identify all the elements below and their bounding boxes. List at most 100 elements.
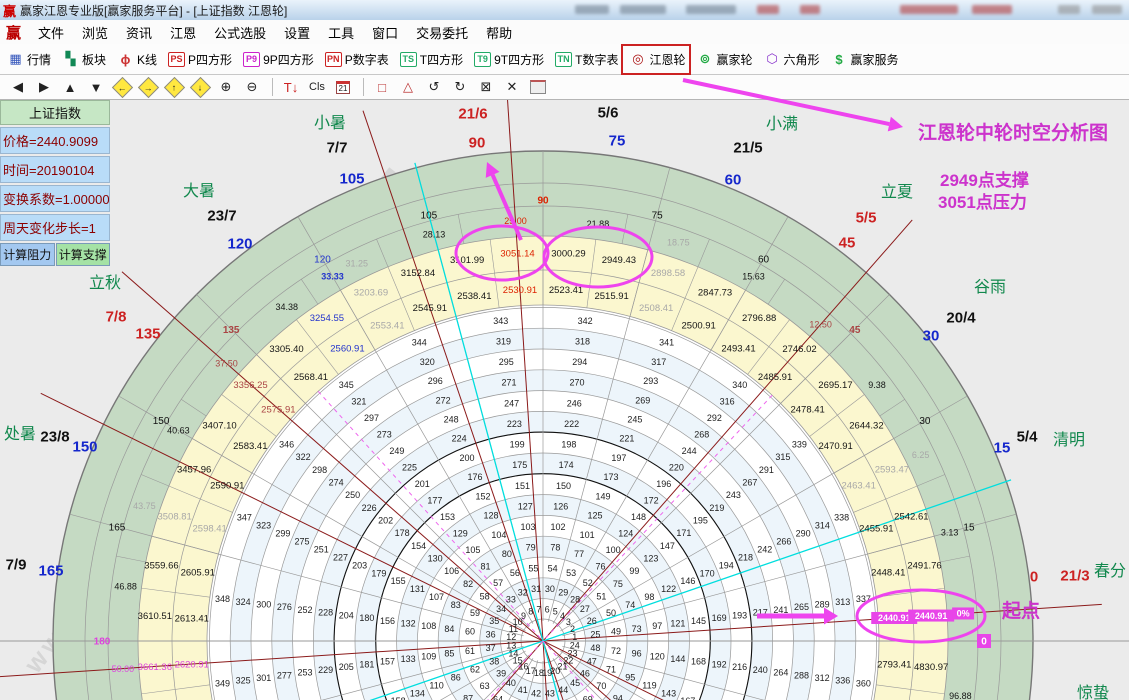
draw-tool-zoom-up[interactable]: ▲ bbox=[58, 77, 82, 97]
window-title: 赢家江恩专业版[赢家服务平台] - [上证指数 江恩轮] bbox=[20, 2, 287, 19]
draw-tool-calendar[interactable]: 21 bbox=[331, 77, 355, 97]
toolbar-button-T数字表[interactable]: TNT数字表 bbox=[554, 49, 619, 70]
wheel-value: 165 bbox=[109, 522, 126, 533]
draw-tool-page-prev[interactable]: ◀ bbox=[6, 77, 30, 97]
wheel-value: 2605.91 bbox=[181, 568, 215, 579]
wheel-value: 3.13 bbox=[941, 527, 959, 537]
toolbar-button-9T四方形[interactable]: T99T四方形 bbox=[473, 49, 545, 70]
wheel-value: 274 bbox=[329, 477, 344, 487]
draw-tool-center-x[interactable]: ✕ bbox=[500, 77, 524, 97]
menu-item-窗口[interactable]: 窗口 bbox=[363, 21, 407, 44]
wheel-value: 147 bbox=[660, 541, 675, 551]
wheel-value: 63 bbox=[480, 681, 490, 691]
wheel-value: 38 bbox=[489, 656, 499, 666]
wheel-value: 2613.41 bbox=[175, 613, 209, 624]
toolbar-label: 赢家服务 bbox=[851, 51, 899, 68]
wheel-value: 277 bbox=[277, 670, 292, 680]
menu-item-工具[interactable]: 工具 bbox=[319, 21, 363, 44]
draw-tool-t-down[interactable]: T↓ bbox=[279, 77, 303, 97]
wheel-value: 339 bbox=[792, 439, 807, 449]
wheel-value: 2575.91 bbox=[261, 404, 295, 415]
wheel-value: 75 bbox=[613, 579, 623, 589]
wheel-value: 40.63 bbox=[167, 426, 190, 436]
wheel-outer-label-立秋: 立秋 bbox=[89, 269, 121, 293]
toolbar-button-K线[interactable]: ɸK线 bbox=[116, 49, 158, 70]
wheel-value: 62 bbox=[470, 664, 480, 674]
pn-icon: PN bbox=[325, 52, 342, 67]
menu-item-江恩[interactable]: 江恩 bbox=[161, 21, 205, 44]
calc-resistance-button[interactable]: 计算阻力 bbox=[0, 243, 55, 266]
annotation-origin: 起点 bbox=[1002, 596, 1040, 623]
draw-tool-shift-up[interactable]: ↑ bbox=[162, 77, 186, 97]
draw-tool-page-next[interactable]: ▶ bbox=[32, 77, 56, 97]
wheel-value: 360 bbox=[856, 678, 871, 688]
toolbar-button-江恩轮[interactable]: ◎江恩轮 bbox=[628, 49, 686, 70]
toolbar-button-赢家轮[interactable]: ⊚赢家轮 bbox=[695, 49, 753, 70]
wheel-value: 205 bbox=[339, 662, 354, 672]
symbol-name: 上证指数 bbox=[0, 100, 110, 125]
wheel-value: 132 bbox=[401, 618, 416, 628]
wheel-value: 240 bbox=[753, 665, 768, 675]
wheel-value: 202 bbox=[378, 515, 393, 525]
wheel-value: 313 bbox=[835, 597, 850, 607]
draw-tool-shift-left[interactable]: ← bbox=[110, 77, 134, 97]
wheel-value: 154 bbox=[411, 541, 426, 551]
toolbar-button-P数字表[interactable]: PNP数字表 bbox=[324, 49, 390, 70]
draw-tool-shift-down[interactable]: ↓ bbox=[188, 77, 212, 97]
calc-support-button[interactable]: 计算支撑 bbox=[56, 243, 111, 266]
toolbar-button-9P四方形[interactable]: P99P四方形 bbox=[242, 49, 315, 70]
draw-tool-triangle-tool[interactable]: △ bbox=[396, 77, 420, 97]
menu-item-公式选股[interactable]: 公式选股 bbox=[205, 21, 275, 44]
wheel-value: 2583.41 bbox=[233, 441, 267, 452]
draw-tool-shift-right[interactable]: → bbox=[136, 77, 160, 97]
wheel-value: 3152.84 bbox=[401, 268, 435, 279]
menu-item-帮助[interactable]: 帮助 bbox=[477, 21, 521, 44]
wheel-value: 320 bbox=[420, 357, 435, 367]
wheel-outer-label-谷雨: 谷雨 bbox=[974, 273, 1006, 297]
wheel-value: 216 bbox=[732, 662, 747, 672]
draw-tool-rotate-cw[interactable]: ↻ bbox=[448, 77, 472, 97]
wheel-value: 203 bbox=[352, 560, 367, 570]
wheel-value: 25 bbox=[590, 629, 600, 639]
wheel-value: 241 bbox=[773, 605, 788, 615]
draw-tool-cls[interactable]: Cls bbox=[305, 77, 329, 97]
wheel-outer-label-23/8: 23/8 bbox=[40, 429, 69, 446]
wheel-value: 172 bbox=[644, 495, 659, 505]
wheel-value: 227 bbox=[333, 552, 348, 562]
wheel-outer-label-105: 105 bbox=[339, 171, 364, 188]
draw-tool-zoom-out[interactable]: ⊖ bbox=[240, 77, 264, 97]
menu-item-浏览[interactable]: 浏览 bbox=[73, 21, 117, 44]
wheel-value: 120 bbox=[650, 651, 665, 661]
wheel-value: 301 bbox=[256, 673, 271, 683]
toolbar-button-P四方形[interactable]: PSP四方形 bbox=[167, 49, 233, 70]
menu-item-设置[interactable]: 设置 bbox=[275, 21, 319, 44]
menu-item-文件[interactable]: 文件 bbox=[29, 21, 73, 44]
wheel-value: 151 bbox=[515, 481, 530, 491]
toolbar-button-六角形[interactable]: ⬡六角形 bbox=[763, 49, 821, 70]
wheel-value: 199 bbox=[510, 440, 525, 450]
draw-tool-rotate-ccw[interactable]: ↺ bbox=[422, 77, 446, 97]
toolbar-button-行情[interactable]: ▦行情 bbox=[6, 49, 52, 70]
wheel-value: 173 bbox=[603, 472, 618, 482]
draw-tool-box-x[interactable]: ⊠ bbox=[474, 77, 498, 97]
wheel-outer-label-清明: 清明 bbox=[1053, 426, 1085, 450]
draw-tool-zoom-in[interactable]: ⊕ bbox=[214, 77, 238, 97]
wheel-value: 250 bbox=[345, 490, 360, 500]
wheel-outer-label-30: 30 bbox=[923, 328, 940, 345]
wheel-value: 76 bbox=[595, 561, 605, 571]
toolbar-button-T四方形[interactable]: TST四方形 bbox=[399, 49, 464, 70]
toolbar-button-板块[interactable]: ▚板块 bbox=[61, 49, 107, 70]
wheel-value: 57 bbox=[493, 578, 503, 588]
wheel-value: 25.00 bbox=[504, 216, 527, 226]
wheel-value: 9.38 bbox=[868, 380, 886, 390]
menu-item-交易委托[interactable]: 交易委托 bbox=[407, 21, 477, 44]
draw-tool-zoom-down[interactable]: ▼ bbox=[84, 77, 108, 97]
draw-tool-rect-tool[interactable]: □ bbox=[370, 77, 394, 97]
menu-item-资讯[interactable]: 资讯 bbox=[117, 21, 161, 44]
toolbar-button-赢家服务[interactable]: $赢家服务 bbox=[830, 49, 900, 70]
wheel-value: 2440.91 bbox=[915, 611, 948, 621]
wheel-value: 2491.76 bbox=[907, 561, 941, 572]
app-window: { "window": { "title": "赢家江恩专业版[赢家服务平台] … bbox=[0, 0, 1129, 700]
draw-tool-easel[interactable] bbox=[526, 77, 550, 97]
panel-buttons: 计算阻力计算支撑 bbox=[0, 243, 110, 266]
